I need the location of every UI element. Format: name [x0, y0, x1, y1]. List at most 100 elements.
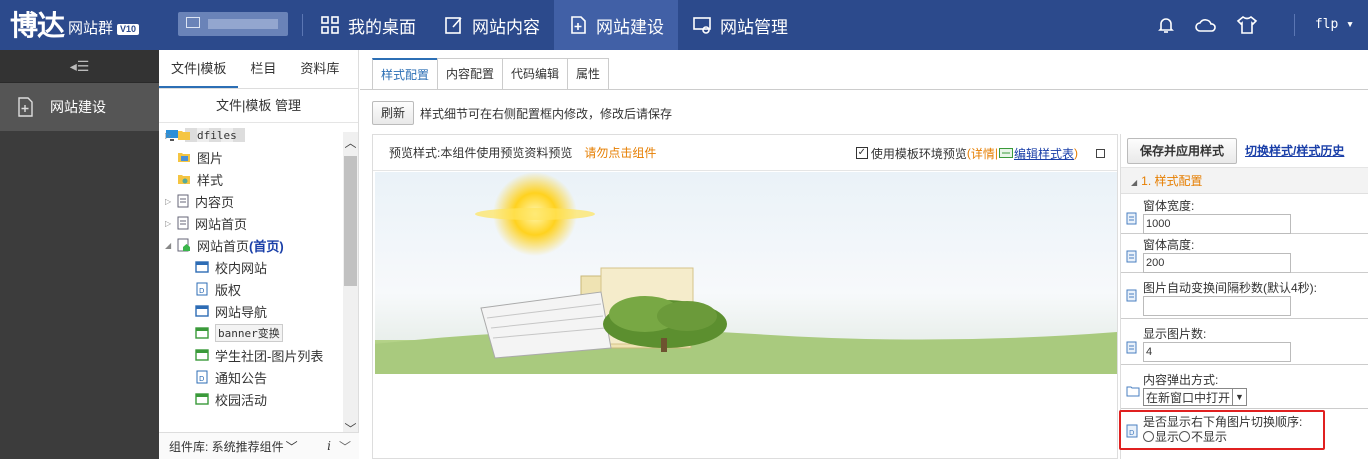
tab-style-config[interactable]: 样式配置	[372, 58, 439, 90]
tree-scrollbar[interactable]: ︿ ﹀	[343, 132, 358, 436]
field-window-width: 窗体宽度: 1000	[1121, 196, 1368, 234]
main-area: 样式配置 内容配置 代码编辑 属性 刷新 样式细节可在右侧配置框内修改，修改后请…	[360, 50, 1368, 459]
show-order-options: 显示 不显示	[1143, 430, 1368, 444]
collapse-triangle-icon: ◢	[1131, 178, 1138, 187]
edit-stylesheet-link[interactable]: 编辑样式表	[1014, 145, 1074, 162]
component-library-label: 组件库: 系统推荐组件	[169, 439, 284, 454]
tree-node[interactable]: ▷ 网站首页	[165, 212, 247, 234]
expand-arrow-icon[interactable]: ▷	[165, 131, 177, 140]
bell-icon[interactable]	[1156, 15, 1176, 35]
tree-node[interactable]: ▷ dfiles	[165, 124, 237, 146]
window-width-input[interactable]: 1000	[1143, 214, 1291, 234]
cloud-icon[interactable]	[1194, 15, 1218, 35]
tree-node-label: 网站首页	[195, 216, 248, 232]
collapse-arrow-icon[interactable]: ◢	[165, 241, 177, 250]
config-header: 保存并应用样式 切换样式/样式历史	[1121, 134, 1368, 168]
home-page-icon	[177, 238, 190, 252]
save-apply-button[interactable]: 保存并应用样式	[1127, 137, 1238, 164]
switch-style-link[interactable]: 切换样式/样式历史	[1245, 142, 1344, 159]
radio-show[interactable]	[1143, 431, 1154, 442]
tab-code-edit[interactable]: 代码编辑	[502, 58, 569, 90]
document-icon: D	[196, 370, 208, 384]
tree-node-home[interactable]: ◢ 网站首页 (首页)	[165, 234, 284, 256]
field-label: 窗体宽度:	[1143, 199, 1195, 213]
tree-node[interactable]: 网站导航	[195, 300, 267, 322]
banner-component-icon	[195, 327, 209, 339]
refresh-button[interactable]: 刷新	[372, 101, 415, 125]
tab-properties[interactable]: 属性	[567, 58, 610, 90]
chevron-up-icon[interactable]: ︿	[343, 134, 358, 152]
tab-file-template[interactable]: 文件|模板	[159, 50, 239, 88]
style-folder-icon	[178, 175, 190, 184]
document-icon	[1126, 250, 1137, 263]
tree-node-label: 网站首页	[197, 238, 250, 254]
document-icon	[1126, 289, 1137, 302]
image-count-input[interactable]: 4	[1143, 342, 1291, 362]
edit-icon	[445, 17, 462, 34]
interval-input[interactable]	[1143, 296, 1291, 316]
maximize-icon[interactable]	[1096, 148, 1105, 158]
use-env-label: 使用模板环境预览	[870, 146, 967, 161]
detail-link[interactable]: 详情	[971, 145, 995, 162]
use-env-checkbox[interactable]: ✓	[855, 147, 868, 159]
tab-library[interactable]: 资料库	[288, 50, 351, 88]
tree-node[interactable]: 校园活动	[195, 388, 267, 410]
radio-hide[interactable]	[1179, 431, 1191, 442]
tree-node-label: 学生社团-图片列表	[215, 348, 324, 364]
tree-node[interactable]: D 版权	[195, 278, 241, 300]
expand-arrow-icon[interactable]: ▷	[165, 219, 177, 228]
tree-node-selected[interactable]: banner变换	[195, 322, 283, 344]
expand-arrow-icon[interactable]: ▷	[165, 197, 177, 206]
settings-monitor-icon	[693, 17, 711, 34]
username: flp	[1314, 17, 1339, 32]
tree-title: 文件|模板 管理	[159, 89, 358, 123]
component-library-selector[interactable]: 组件库: 系统推荐组件 ﹀ i ﹀	[159, 432, 359, 459]
tab-columns[interactable]: 栏目	[238, 50, 288, 88]
component-icon	[195, 261, 209, 273]
popup-mode-select[interactable]: 在新窗口中打开 ▼	[1143, 388, 1248, 406]
tree-node[interactable]: ▷ 内容页	[165, 190, 234, 212]
sidebar-item-label: 网站建设	[50, 99, 106, 115]
separator: |	[994, 146, 998, 160]
nav-divider	[302, 14, 303, 36]
banner-preview-image	[375, 172, 1117, 374]
scroll-thumb[interactable]	[344, 156, 357, 286]
image-folder-icon	[178, 153, 190, 162]
component-icon	[195, 305, 209, 317]
nav-label: 我的桌面	[348, 17, 416, 37]
site-selector[interactable]	[178, 12, 288, 36]
tab-divider	[360, 89, 1368, 90]
collapse-menu-icon[interactable]: ◂☰	[0, 50, 159, 83]
nav-site-content[interactable]: 网站内容	[430, 0, 554, 50]
user-menu[interactable]: flp ▾	[1293, 14, 1354, 36]
preview-options: ✓ 使用模板环境预览 (详情 | 编辑样式表)	[855, 135, 1105, 171]
config-panel: 保存并应用样式 切换样式/样式历史 ◢ 1. 样式配置 窗体宽度: 1000 窗体…	[1119, 134, 1368, 459]
field-interval: 图片自动变换间隔秒数(默认4秒):	[1121, 273, 1368, 319]
window-height-input[interactable]: 200	[1143, 253, 1291, 273]
nav-label: 网站管理	[720, 17, 788, 37]
tree-node[interactable]: 校内网站	[195, 256, 267, 278]
tree-node[interactable]: 学生社团-图片列表	[195, 344, 323, 366]
shirt-icon[interactable]	[1236, 15, 1258, 35]
field-label: 是否显示右下角图片切换顺序:	[1143, 415, 1303, 429]
tree-node[interactable]: D 通知公告	[195, 366, 267, 388]
main-tabs: 样式配置 内容配置 代码编辑 属性	[372, 58, 610, 90]
nav-site-manage[interactable]: 网站管理	[678, 0, 802, 50]
nav-my-desktop[interactable]: 我的桌面	[306, 0, 430, 50]
tree-node-label: 内容页	[195, 194, 235, 210]
tab-content-config[interactable]: 内容配置	[437, 58, 504, 90]
grid-icon	[321, 16, 339, 34]
tree-node[interactable]: 样式	[165, 168, 223, 190]
nav-site-build[interactable]: 网站建设	[554, 0, 678, 50]
info-icon[interactable]: i	[327, 439, 331, 453]
preview-header: 预览样式:本组件使用预览资料预览 请勿点击组件 ✓ 使用模板环境预览 (详情 | …	[373, 135, 1117, 171]
tree-node-label: 校园活动	[215, 392, 268, 408]
tree-node[interactable]: 图片	[165, 146, 223, 168]
banner-component-icon	[195, 349, 209, 361]
folder-outline-icon	[1126, 386, 1140, 397]
chevron-down-icon[interactable]: ﹀	[339, 438, 351, 455]
settings-document-icon: D	[1126, 424, 1138, 438]
field-label: 窗体高度:	[1143, 238, 1195, 252]
config-section-header[interactable]: ◢ 1. 样式配置	[1121, 168, 1368, 194]
sidebar-item-site-build[interactable]: 网站建设	[0, 83, 159, 131]
